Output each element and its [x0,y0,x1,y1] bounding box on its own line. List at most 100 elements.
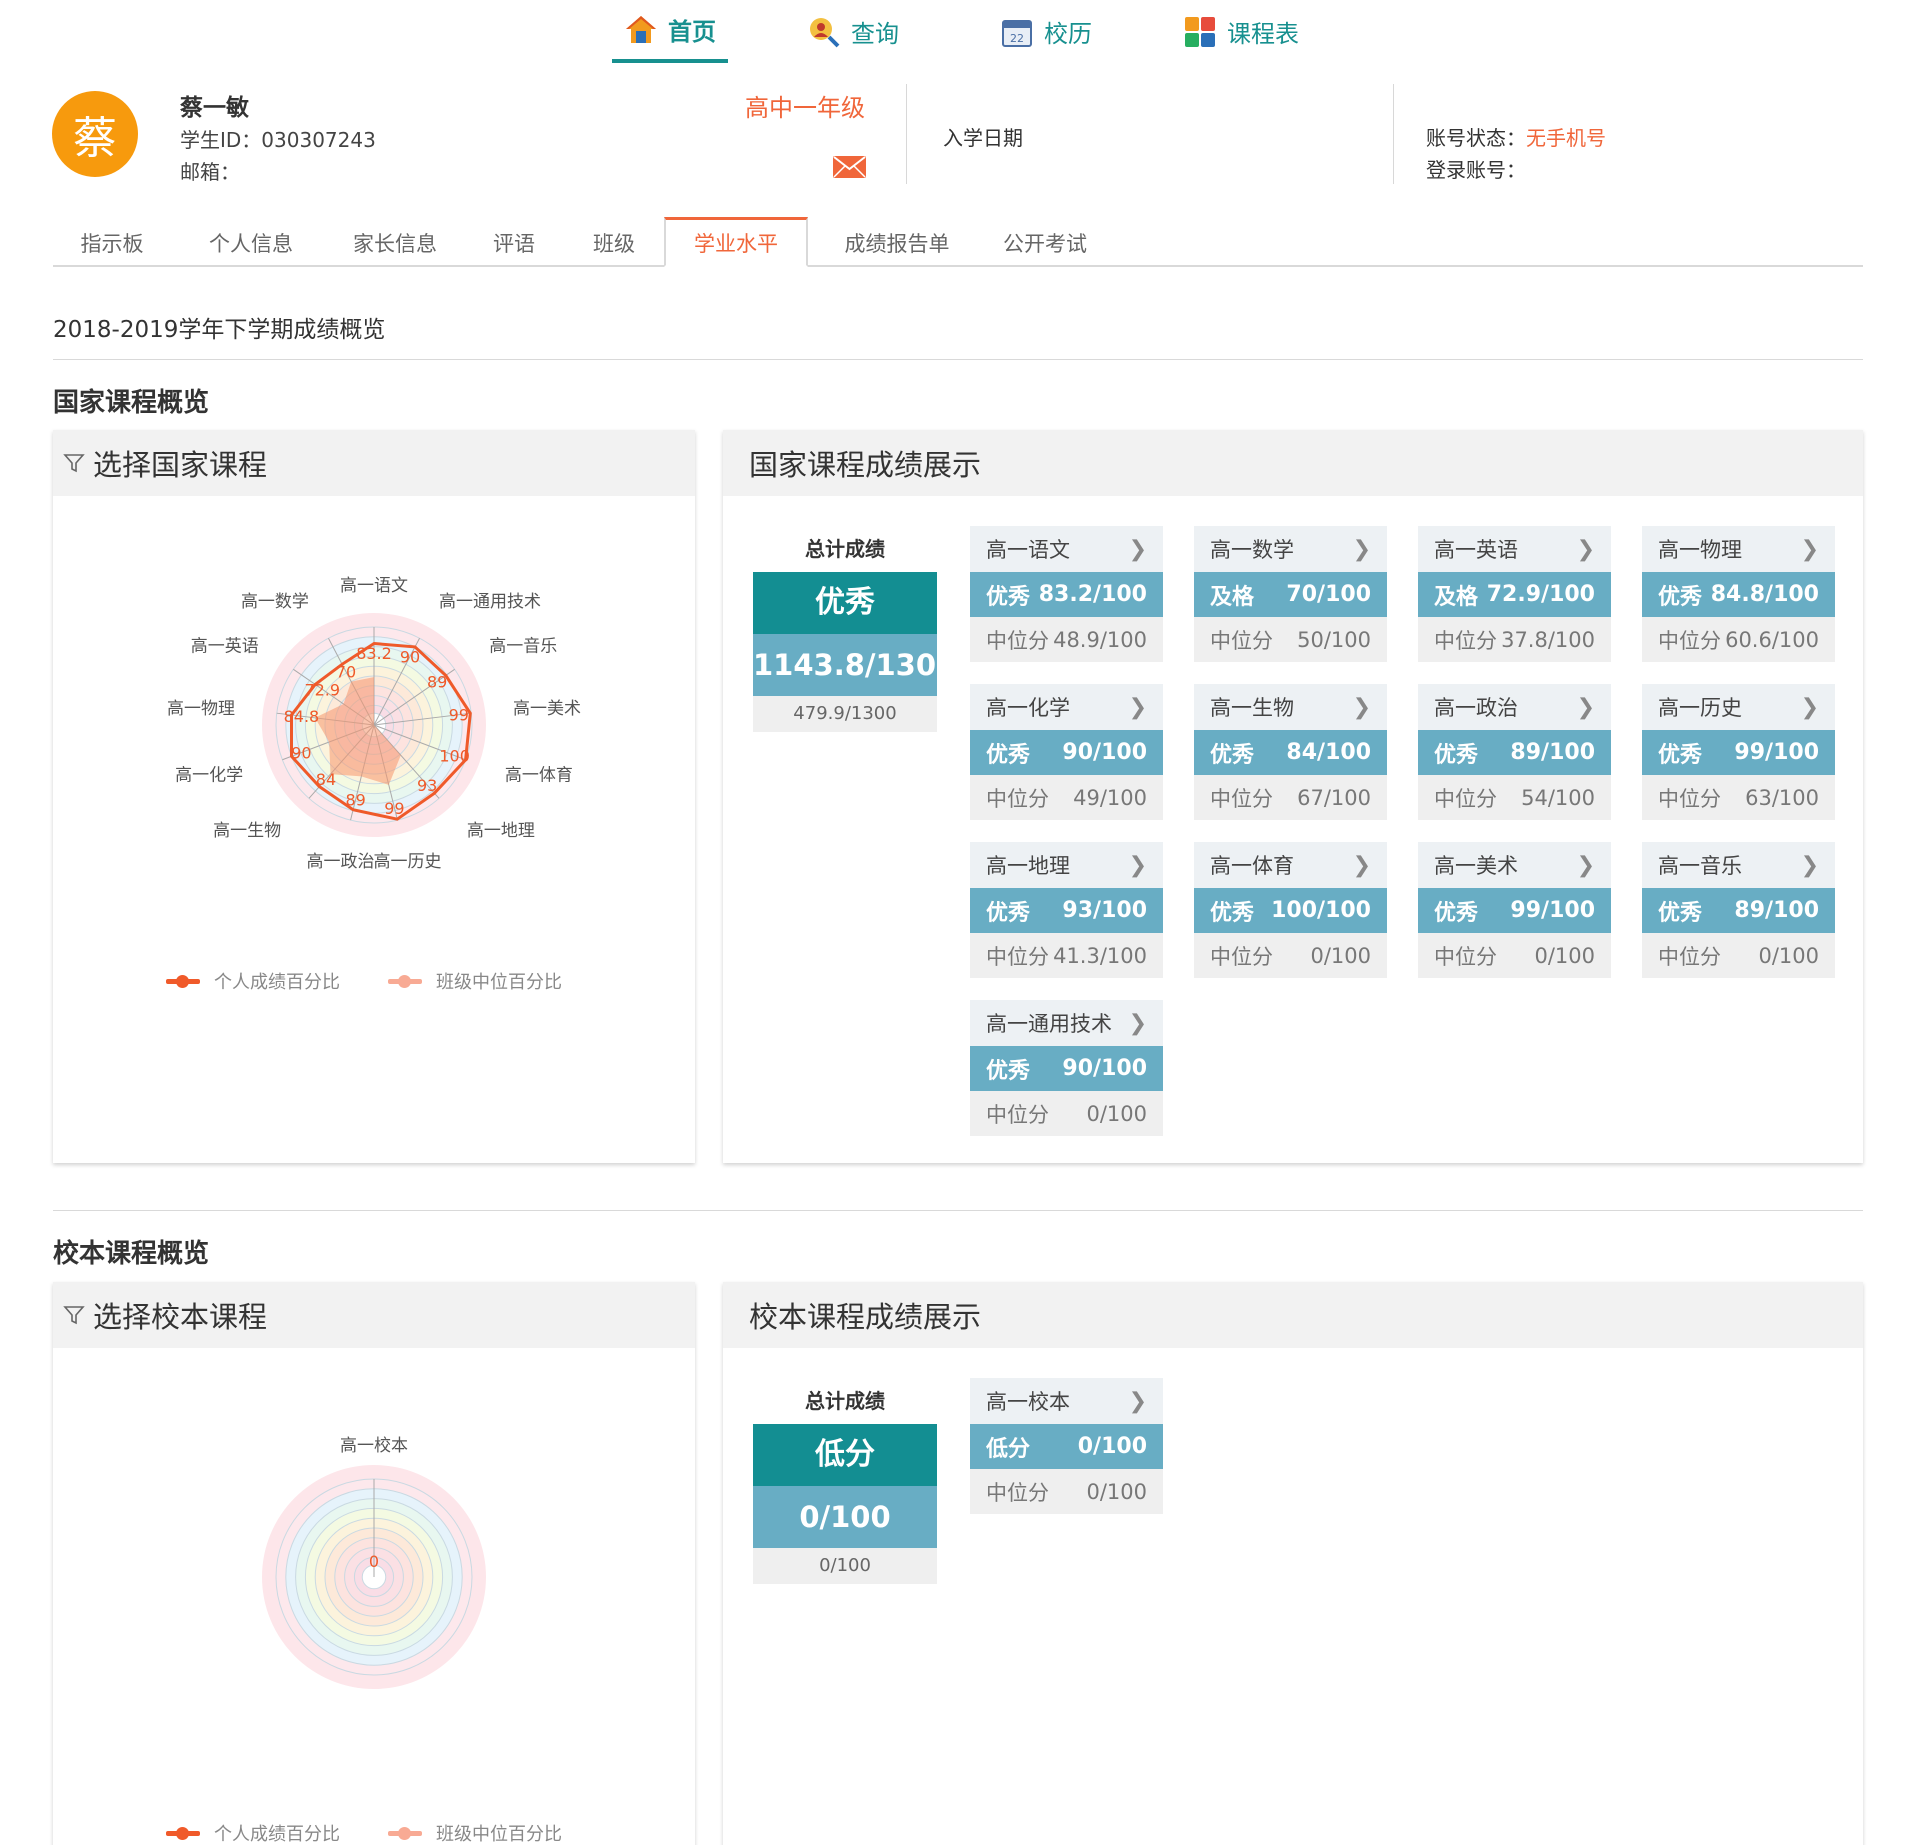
course-card[interactable]: 高一数学 ❯ 及格 70/100 中位分 50/100 [1194,526,1387,662]
chevron-right-icon[interactable]: ❯ [1129,537,1147,562]
chevron-right-icon[interactable]: ❯ [1353,853,1371,878]
course-card[interactable]: 高一美术 ❯ 优秀 99/100 中位分 0/100 [1418,842,1611,978]
course-card[interactable]: 高一物理 ❯ 优秀 84.8/100 中位分 60.6/100 [1642,526,1835,662]
course-card[interactable]: 高一校本 ❯ 低分 0/100 中位分 0/100 [970,1378,1163,1514]
course-median-row: 中位分 50/100 [1194,617,1387,662]
course-score: 99/100 [1734,740,1819,765]
tab-academic-level[interactable]: 学业水平 [664,217,808,267]
national-total-score: 总计成绩 优秀 1143.8/1300 479.9/1300 [753,526,956,732]
course-card[interactable]: 高一历史 ❯ 优秀 99/100 中位分 63/100 [1642,684,1835,820]
nav-home[interactable]: 首页 [612,0,728,63]
chevron-right-icon[interactable]: ❯ [1129,853,1147,878]
median-label: 中位分 [986,944,1049,969]
course-card[interactable]: 高一生物 ❯ 优秀 84/100 中位分 67/100 [1194,684,1387,820]
legend-personal-label: 个人成绩百分比 [214,972,340,993]
radar-category-label: 高一通用技术 [439,592,541,612]
course-card[interactable]: 高一地理 ❯ 优秀 93/100 中位分 41.3/100 [970,842,1163,978]
course-card-header[interactable]: 高一英语 ❯ [1418,526,1611,572]
chevron-right-icon[interactable]: ❯ [1577,537,1595,562]
median-label: 中位分 [986,786,1049,811]
course-card-header[interactable]: 高一美术 ❯ [1418,842,1611,888]
tab-public-exam[interactable]: 公开考试 [986,219,1104,267]
course-card-header[interactable]: 高一音乐 ❯ [1642,842,1835,888]
nav-schedule[interactable]: 课程表 [1183,0,1299,63]
chevron-right-icon[interactable]: ❯ [1353,537,1371,562]
course-score: 83.2/100 [1038,582,1147,607]
course-card[interactable]: 高一化学 ❯ 优秀 90/100 中位分 49/100 [970,684,1163,820]
course-level: 及格 [1210,584,1255,610]
course-card-header[interactable]: 高一化学 ❯ [970,684,1163,730]
course-median-row: 中位分 0/100 [970,1469,1163,1514]
course-score-row: 优秀 84.8/100 [1642,572,1835,617]
course-name: 高一化学 [986,696,1070,720]
course-card-header[interactable]: 高一语文 ❯ [970,526,1163,572]
course-card[interactable]: 高一音乐 ❯ 优秀 89/100 中位分 0/100 [1642,842,1835,978]
schedule-icon [1185,16,1215,47]
course-score-row: 优秀 90/100 [970,1046,1163,1091]
school-select-header[interactable]: 选择校本课程 [53,1282,695,1348]
nav-query[interactable]: 查询 [807,0,899,63]
chevron-right-icon[interactable]: ❯ [1801,695,1819,720]
median-value: 48.9/100 [1053,627,1147,652]
course-card[interactable]: 高一通用技术 ❯ 优秀 90/100 中位分 0/100 [970,1000,1163,1136]
login-account: 登录账号： [1426,158,1526,182]
radar-category-label: 高一美术 [513,699,581,719]
course-card[interactable]: 高一政治 ❯ 优秀 89/100 中位分 54/100 [1418,684,1611,820]
tab-comments[interactable]: 评语 [474,219,554,267]
legend-personal-marker[interactable] [166,1827,200,1840]
account-status-value: 无手机号 [1526,126,1606,150]
calendar-icon-text: 22 [1010,32,1024,45]
legend-median-marker[interactable] [388,975,422,988]
course-card-header[interactable]: 高一生物 ❯ [1194,684,1387,730]
chevron-right-icon[interactable]: ❯ [1801,537,1819,562]
nav-calendar-label: 校历 [1044,20,1092,48]
mail-icon[interactable] [833,156,866,178]
chevron-right-icon[interactable]: ❯ [1801,853,1819,878]
median-value: 63/100 [1745,785,1819,810]
chevron-right-icon[interactable]: ❯ [1129,1389,1147,1414]
national-select-header[interactable]: 选择国家课程 [53,430,695,496]
course-median-row: 中位分 67/100 [1194,775,1387,820]
chevron-right-icon[interactable]: ❯ [1577,853,1595,878]
course-card[interactable]: 高一语文 ❯ 优秀 83.2/100 中位分 48.9/100 [970,526,1163,662]
course-score-row: 优秀 84/100 [1194,730,1387,775]
school-select-panel: 选择校本课程 0 高一校本 个人成绩百分比 班级中位百分比 [53,1282,695,1845]
course-card-header[interactable]: 高一体育 ❯ [1194,842,1387,888]
divider [53,1210,1863,1211]
chevron-right-icon[interactable]: ❯ [1353,695,1371,720]
radar-category-label: 高一化学 [175,766,243,786]
chevron-right-icon[interactable]: ❯ [1129,1011,1147,1036]
tab-class[interactable]: 班级 [574,219,654,267]
course-median-row: 中位分 49/100 [970,775,1163,820]
legend-personal-marker[interactable] [166,975,200,988]
semester-title: 2018-2019学年下学期成绩概览 [53,317,386,343]
course-card-header[interactable]: 高一地理 ❯ [970,842,1163,888]
course-card-header[interactable]: 高一历史 ❯ [1642,684,1835,730]
course-level: 优秀 [1658,900,1703,926]
course-card[interactable]: 高一英语 ❯ 及格 72.9/100 中位分 37.8/100 [1418,526,1611,662]
national-display-panel: 国家课程成绩展示 总计成绩 优秀 1143.8/1300 479.9/1300 … [723,430,1863,1163]
tab-parent-info[interactable]: 家长信息 [336,219,454,267]
legend-median-marker[interactable] [388,1827,422,1840]
chevron-right-icon[interactable]: ❯ [1129,695,1147,720]
median-value: 54/100 [1521,785,1595,810]
course-card-header[interactable]: 高一通用技术 ❯ [970,1000,1163,1046]
tab-report-card[interactable]: 成绩报告单 [823,219,971,267]
chevron-right-icon[interactable]: ❯ [1577,695,1595,720]
course-score-row: 优秀 89/100 [1642,888,1835,933]
course-score: 84.8/100 [1710,582,1819,607]
course-card[interactable]: 高一体育 ❯ 优秀 100/100 中位分 0/100 [1194,842,1387,978]
tab-personal-info[interactable]: 个人信息 [193,219,309,267]
course-card-header[interactable]: 高一物理 ❯ [1642,526,1835,572]
course-card-header[interactable]: 高一校本 ❯ [970,1378,1163,1424]
course-level: 优秀 [1658,742,1703,768]
student-name: 蔡一敏 [180,95,249,121]
course-card-header[interactable]: 高一政治 ❯ [1418,684,1611,730]
course-level: 优秀 [1658,584,1703,610]
course-score: 90/100 [1062,1056,1147,1081]
tab-dashboard[interactable]: 指示板 [53,219,171,267]
course-card-header[interactable]: 高一数学 ❯ [1194,526,1387,572]
legend-personal-label: 个人成绩百分比 [214,1824,340,1845]
median-value: 50/100 [1297,627,1371,652]
nav-calendar[interactable]: 22 校历 [1000,0,1092,63]
